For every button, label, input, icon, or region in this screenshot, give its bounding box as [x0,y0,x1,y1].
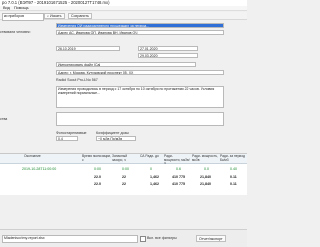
col-count: Запасный зазоро, ч [112,154,128,162]
col-end: Окончание [24,154,41,158]
device-dropdown[interactable]: ки приборов [2,13,44,21]
cell-rate: 410 775 [172,175,185,179]
cell-sa: 1,462 [150,175,159,179]
all-filters-label: Вкл. все фильтры [147,236,177,240]
import-select[interactable]: Импортировать файл ICal [56,62,196,67]
toolbar: ки приборов ⌕ Искать Сохранить [0,12,247,21]
coef-field[interactable]: ~0 мЗв Пр/мЗв [96,136,136,141]
measurements-table: Окончание Время экспозиции, с Запасный з… [0,153,247,195]
description-textarea[interactable]: Измерения проводились в период с 17 октя… [56,86,224,108]
col-rate: Ради- мощности, мкЗв/ч [164,154,190,166]
cell-count: 0:00 [122,167,129,171]
cell-end: 2019-10-28T11:00:00 [22,167,57,171]
cell-count: 22 [122,175,126,179]
report-export-button[interactable]: Отчет/экспорт [196,235,226,242]
device-label: Radiol Scout Pro-LNo 567 [56,78,98,82]
cell-rate: 410 775 [172,182,185,186]
search-icon: ⌕ [47,14,50,18]
participants-field[interactable]: Адрес АС, Иванова ОП, Иванова ВН, Иванов… [56,30,224,35]
menu-item-help[interactable]: Помощь [14,6,29,10]
bg-field[interactable]: 0.4 [56,136,78,141]
cell-sa: 1,462 [150,182,159,186]
bg-label: Фоностарениявые [56,131,87,135]
cell-period: 0.40 [230,167,237,171]
status-bar: Mladenisov\my-report.xlsx Вкл. все фильт… [0,229,247,247]
menu-bar: Вид Помощь [0,6,247,11]
cell-exposure: 0:00 [94,167,101,171]
notes-textarea[interactable] [56,112,224,126]
search-button[interactable]: ⌕ Искать [44,13,65,19]
table-header: Окончание Время экспозиции, с Запасный з… [0,154,247,166]
cell-dose: 0.0 [204,167,209,171]
all-filters-checkbox[interactable] [140,236,146,242]
cell-period: 0.11 [230,182,237,186]
cell-sa: 0 [150,167,152,171]
table-row[interactable]: 22.0 22 1,462 410 775 21,840 0.11 [0,174,247,180]
cell-exposure: 22.0 [94,175,101,179]
save-button[interactable]: Сохранить [68,13,92,19]
coef-label: Коэффициент дозы [96,131,129,135]
cell-dose: 21,840 [200,175,211,179]
measurement-title-field[interactable]: Измерения ОИ радиоактивного прошедших за… [56,23,224,28]
col-dose: Ради- мощность, мкЗв [192,154,218,162]
date-extra-field[interactable]: 29.03.2020 [138,53,198,58]
cell-rate: 0.6 [176,167,181,171]
table-row[interactable]: 2019-10-28T11:00:00 0:00 0:00 0 0.6 0.0 … [0,166,247,172]
address-field[interactable]: Адрес: г. Москва, Кутузовский проспект 0… [56,70,224,75]
cell-exposure: 22.0 [94,182,101,186]
col-sa: СА Ради- до [140,154,159,158]
participants-label: ствовали человек: [0,30,31,34]
menu-item-view[interactable]: Вид [3,6,10,10]
cell-count: 22 [122,182,126,186]
date-from-field[interactable]: 26.10.2019 [56,46,120,51]
cell-period: 0.11 [230,175,237,179]
col-period: Ради- за период Бк/м3 [220,154,245,162]
search-label: Искать [50,14,62,18]
date-to-field[interactable]: 27.01.2020 [138,46,198,51]
table-row[interactable]: 22.0 22 1,462 410 775 21,840 0.11 [0,181,247,187]
cell-dose: 21,840 [200,182,211,186]
report-path-field[interactable]: Mladenisov\my-report.xlsx [2,235,138,243]
notes-label: ства [0,117,8,121]
col-exposure: Время экспозиции, с [82,154,112,162]
